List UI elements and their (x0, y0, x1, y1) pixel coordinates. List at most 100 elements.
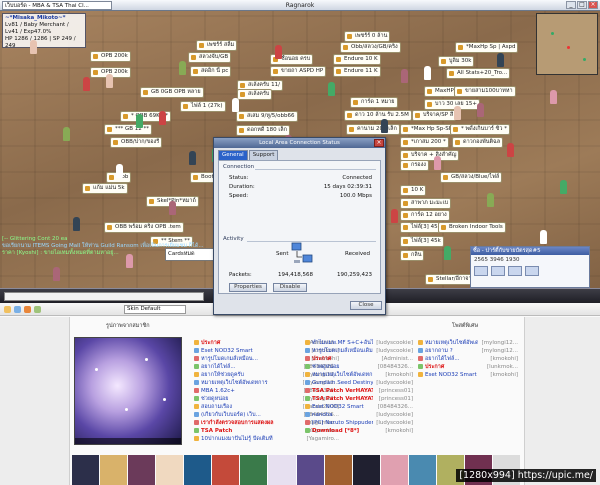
topic-author[interactable]: [Yagamiro... (299, 435, 339, 443)
bookmark-icon[interactable] (14, 306, 21, 313)
shop-info-window[interactable]: ซื้อ - ปาร์ตี้กับขายบัตรสุด#5 2565 3946 … (470, 246, 590, 288)
item-slot[interactable] (491, 266, 505, 276)
topic-title-link[interactable]: TSA Patch (201, 427, 299, 435)
player-sprite[interactable] (424, 66, 431, 80)
vendor-shop-sign[interactable]: OPB 200k (90, 51, 131, 62)
topic-title-link[interactable]: ทำไมแมพ MF S+C+อันไม่ได้ (312, 339, 373, 347)
vendor-shop-sign[interactable]: สเสม 9/หู/5/obb66 (236, 111, 298, 122)
vendor-shop-sign[interactable]: *MaxHp Sp | Aspd (455, 42, 519, 53)
vendor-shop-sign[interactable]: ดาวกองพันติฉล (452, 137, 504, 148)
member-avatar-thumb[interactable] (156, 455, 184, 485)
vendor-shop-sign[interactable]: *** GB 12 ** (104, 124, 153, 135)
player-sprite[interactable] (381, 119, 388, 133)
topic-title-link[interactable]: Eset NOD32 Smart (312, 403, 373, 411)
vendor-shop-sign[interactable]: ขายสาม100บาทหา (454, 86, 516, 97)
topic-title-link[interactable]: nanoha (312, 411, 373, 419)
vendor-shop-sign[interactable]: แก้ม แม่น 5k (82, 183, 128, 194)
topic-title-link[interactable]: เรากำลังตรวจสอบการแสดงผล (201, 419, 299, 427)
member-avatar-thumb[interactable] (240, 455, 268, 485)
player-sprite[interactable] (169, 201, 176, 215)
topic-title-link[interactable]: Eset NOD32 Smart (201, 347, 299, 355)
topic-author[interactable]: [mylongi12... (478, 347, 518, 355)
vendor-shop-sign[interactable]: * พดั้งเกินบาร์ ซิว * (450, 124, 510, 135)
topic-title-link[interactable]: หารูปโมดเกมส์เหมือน... (201, 355, 299, 363)
player-sprite[interactable] (487, 193, 494, 207)
member-avatar-thumb[interactable] (100, 455, 128, 485)
close-icon[interactable]: × (588, 1, 598, 9)
vendor-shop-sign[interactable]: สดอิก นี้ pc (190, 66, 232, 77)
vendor-shop-sign[interactable]: กรองง (400, 160, 429, 171)
vendor-shop-sign[interactable]: สาพาภ มะมะเบ (400, 198, 452, 209)
vendor-shop-sign[interactable]: GB 0GB OPB หลาย (140, 87, 204, 98)
vendor-shop-sign[interactable]: ดอกหดี 180 เล็ก (236, 125, 290, 136)
player-sprite[interactable] (391, 209, 398, 223)
player-sprite[interactable] (507, 143, 514, 157)
dialog-close-icon[interactable]: × (374, 139, 384, 147)
topic-title-link[interactable]: สอบถามเรื่อง (201, 403, 299, 411)
topic-author[interactable]: [08484326... (373, 363, 413, 371)
player-sprite[interactable] (434, 156, 441, 170)
topic-author[interactable]: [ludyscookie] (373, 347, 413, 355)
topic-title-link[interactable]: ช่วยดูหน่อย (201, 395, 299, 403)
vendor-shop-sign[interactable]: ดาว 10 ล้าน รับ 2.5M (344, 110, 412, 121)
vendor-shop-sign[interactable]: การ์ด 1 หมาย (350, 97, 398, 108)
player-sprite[interactable] (106, 74, 113, 88)
topic-author[interactable]: [Administ... (373, 355, 413, 363)
topic-title-link[interactable]: ช่วยดูหน่อย (312, 363, 373, 371)
vendor-shop-sign[interactable]: GB/สลวง/Blue/ไฟล์ (440, 172, 503, 183)
vendor-shop-sign[interactable]: OBB/ปาก/ของรี (110, 137, 163, 148)
disable-button[interactable]: Disable (273, 283, 307, 292)
topic-author[interactable]: [kmokohi] (478, 371, 518, 379)
member-avatar-thumb[interactable] (212, 455, 240, 485)
topic-title-link[interactable]: 10ปากแมงมาปันไม่รู้ ปัดเติมที (201, 435, 299, 443)
vendor-shop-sign[interactable]: 10 K (400, 185, 427, 196)
cards-shop-sign[interactable]: Cardsหมด (165, 248, 215, 261)
player-sprite[interactable] (401, 69, 408, 83)
item-slot[interactable] (508, 266, 522, 276)
player-sprite[interactable] (550, 90, 557, 104)
vendor-shop-sign[interactable]: สเล้งครับ (237, 89, 273, 100)
player-sprite[interactable] (30, 40, 37, 54)
topic-author[interactable]: [lunkmok... (478, 363, 518, 371)
topic-title-link[interactable]: ประกาศ (425, 363, 478, 371)
topic-author[interactable]: [mylongi12... (478, 339, 518, 347)
vendor-shop-sign[interactable]: เพชร้ร์ 0 ล้าน (344, 31, 391, 42)
home-icon[interactable] (4, 306, 11, 313)
vendor-shop-sign[interactable]: บริจาค/SP สี (412, 110, 457, 121)
topic-author[interactable]: [08484326... (373, 403, 413, 411)
player-sprite[interactable] (136, 114, 143, 128)
vendor-shop-sign[interactable]: Obb/สลวง/GB/คริง (340, 42, 401, 53)
vendor-shop-sign[interactable]: การ์ด 12 อยาง (400, 210, 450, 221)
vendor-shop-sign[interactable]: บูลิม 30k (438, 56, 475, 67)
vendor-shop-sign[interactable]: *Max Hp Sp-SH (400, 124, 456, 135)
player-sprite[interactable] (189, 151, 196, 165)
topic-title-link[interactable]: TSA Patch VerHAYATE (312, 395, 373, 403)
vendor-shop-sign[interactable]: All Stats+20_Tro... (446, 68, 511, 79)
member-avatar-thumb[interactable] (380, 455, 408, 485)
topic-title-link[interactable]: อยากได้ไฟล์... (201, 363, 299, 371)
vendor-shop-sign[interactable]: OBB พร้อม คริง OPB .tem (104, 222, 184, 233)
topic-title-link[interactable]: หมายเหตุเว็บไซต์อัพเดทการ (425, 339, 478, 347)
featured-member-image[interactable] (74, 337, 182, 445)
topic-author[interactable]: [ludyscookie] (373, 419, 413, 427)
vendor-shop-sign[interactable]: ไฟล์[3] 45k (400, 236, 444, 247)
topic-title-link[interactable]: Download [*8*] (312, 427, 373, 435)
maximize-icon[interactable]: □ (577, 1, 587, 9)
member-avatar-thumb[interactable] (128, 455, 156, 485)
item-slot[interactable] (525, 266, 539, 276)
topic-author[interactable]: [kmokohi] (373, 371, 413, 379)
topic-title-link[interactable]: อยากให้ช่วยดูครับ (201, 371, 299, 379)
player-sprite[interactable] (63, 127, 70, 141)
topic-author[interactable]: [princess01] (373, 395, 413, 403)
topic-title-link[interactable]: อยากได้ไฟล์... (425, 355, 478, 363)
vendor-shop-sign[interactable]: กลิ่น (400, 250, 425, 261)
tab-support[interactable]: Support (248, 150, 279, 160)
member-avatar-thumb[interactable] (72, 455, 100, 485)
player-sprite[interactable] (560, 180, 567, 194)
vendor-shop-sign[interactable]: คานาม 200 เล็ก (346, 124, 400, 135)
vendor-shop-sign[interactable]: เพชร้ร์ สลิ้ม (196, 40, 238, 51)
minimap[interactable] (536, 13, 598, 75)
topic-title-link[interactable]: Eset NOD32 Smart (425, 371, 478, 379)
topic-author[interactable]: [kmokohi] (478, 355, 518, 363)
player-sprite[interactable] (116, 164, 123, 178)
